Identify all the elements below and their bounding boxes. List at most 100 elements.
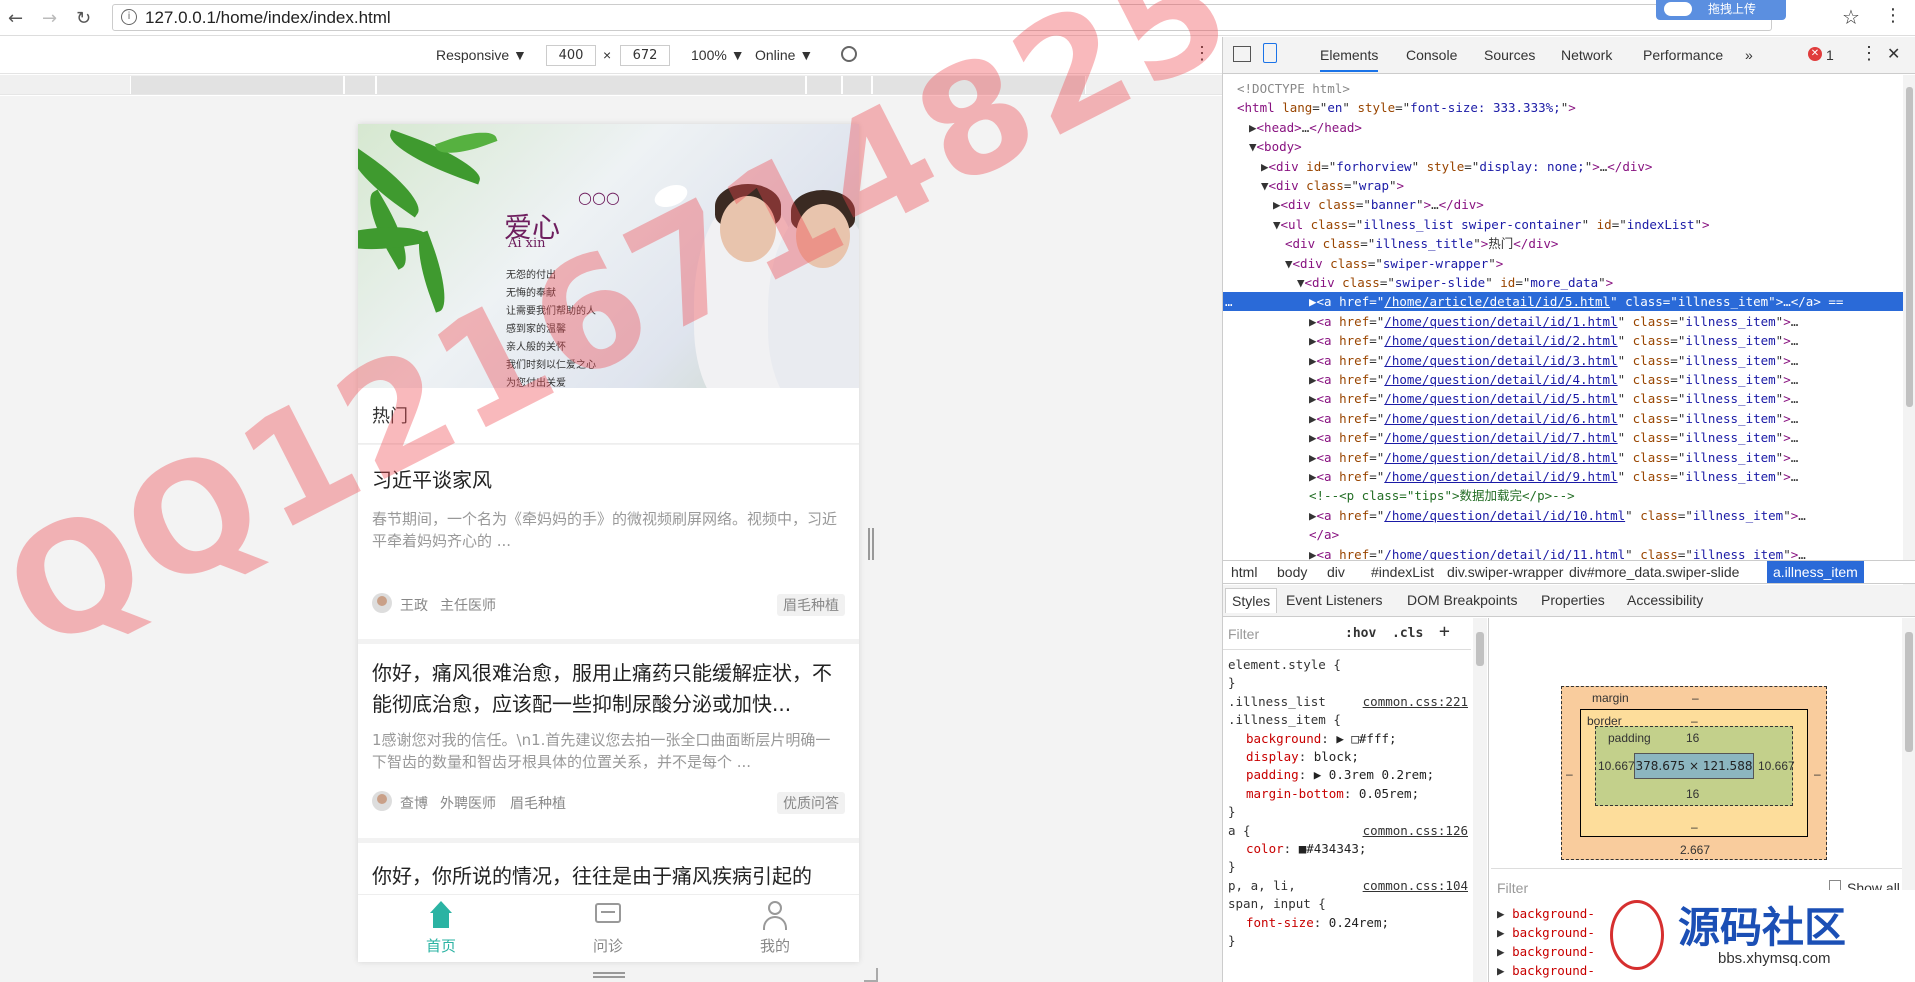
dom-scrollbar[interactable] xyxy=(1903,75,1915,595)
padding-left[interactable]: 10.667 xyxy=(1598,759,1635,773)
dom-node[interactable]: ▼<ul class="illness_list swiper-containe… xyxy=(1223,215,1903,234)
dom-node[interactable]: ▶<a href="/home/question/detail/id/2.htm… xyxy=(1223,331,1903,350)
forward-icon[interactable]: → xyxy=(42,8,57,29)
breadcrumb-item[interactable]: body xyxy=(1277,564,1307,580)
error-count[interactable]: 1 xyxy=(1826,47,1834,63)
computed-filter-input[interactable]: Filter xyxy=(1497,880,1528,896)
style-rule[interactable]: } xyxy=(1228,803,1472,821)
width-input[interactable]: 400 xyxy=(546,45,596,66)
breadcrumb-item[interactable]: html xyxy=(1231,564,1257,580)
style-rule[interactable]: a {common.css:126 xyxy=(1228,822,1472,840)
media-query-ruler[interactable] xyxy=(0,75,1222,95)
style-source-link[interactable]: common.css:221 xyxy=(1363,693,1468,711)
dom-node[interactable]: ▶<a href="/home/question/detail/id/1.htm… xyxy=(1223,312,1903,331)
dom-node[interactable]: </a> xyxy=(1223,525,1903,544)
device-toggle-icon[interactable] xyxy=(1263,43,1277,63)
style-rule[interactable]: } xyxy=(1228,674,1472,692)
dom-node[interactable]: ▼<div class="swiper-slide" id="more_data… xyxy=(1223,273,1903,292)
info-icon[interactable]: i xyxy=(121,9,137,25)
style-rule[interactable]: p, a, li, common.css:104 xyxy=(1228,877,1472,895)
device-menu-icon[interactable]: ⋮ xyxy=(1193,43,1211,64)
breadcrumb-item[interactable]: div#more_data.swiper-slide xyxy=(1569,564,1739,580)
dom-node[interactable]: ▶<a href="/home/question/detail/id/10.ht… xyxy=(1223,506,1903,525)
resize-handle-right[interactable] xyxy=(868,528,874,560)
dom-node[interactable]: <div class="illness_title">热门</div> xyxy=(1223,234,1903,253)
dom-node[interactable]: <!--<p class="tips">数据加载完</p>--> xyxy=(1223,486,1903,505)
tab-network[interactable]: Network xyxy=(1561,47,1612,63)
breadcrumb-item[interactable]: a.illness_item xyxy=(1767,561,1864,583)
style-rule[interactable]: .illness_item { xyxy=(1228,711,1472,729)
style-property[interactable]: font-size: 0.24rem; xyxy=(1228,914,1472,932)
style-rule[interactable]: .illness_list common.css:221 xyxy=(1228,693,1472,711)
tab-performance[interactable]: Performance xyxy=(1643,47,1723,63)
inspect-icon[interactable] xyxy=(1233,46,1251,62)
resize-handle-bottom[interactable] xyxy=(593,972,625,978)
computed-property[interactable]: ▶ background- xyxy=(1497,906,1595,921)
tab-mine[interactable]: 我的 xyxy=(735,901,815,956)
dom-node[interactable]: ▶<a href="/home/question/detail/id/7.htm… xyxy=(1223,428,1903,447)
height-input[interactable]: 672 xyxy=(620,45,670,66)
dom-tree[interactable]: <!DOCTYPE html> <html lang="en" style="fo… xyxy=(1223,75,1903,595)
tab-consult[interactable]: 问诊 xyxy=(568,901,648,956)
list-item[interactable]: 你好，痛风很难治愈，服用止痛药只能缓解症状，不能彻底治愈，应该配一些抑制尿酸分泌… xyxy=(358,644,859,838)
style-property[interactable]: display: block; xyxy=(1228,748,1472,766)
styles-filter-input[interactable]: Filter xyxy=(1228,626,1259,642)
dom-node[interactable]: ▶<a href="/home/question/detail/id/6.htm… xyxy=(1223,409,1903,428)
dom-node[interactable]: ▼<div class="wrap"> xyxy=(1223,176,1903,195)
padding-right[interactable]: 10.667 xyxy=(1758,759,1795,773)
tab-properties[interactable]: Properties xyxy=(1541,592,1605,608)
tab-accessibility[interactable]: Accessibility xyxy=(1627,592,1703,608)
upload-button[interactable]: 拖拽上传 xyxy=(1656,0,1786,20)
dom-node[interactable]: ▼<body> xyxy=(1223,137,1903,156)
dom-node[interactable]: ▶<a href="/home/question/detail/id/9.htm… xyxy=(1223,467,1903,486)
dom-node[interactable]: ▶<a href="/home/question/detail/id/8.htm… xyxy=(1223,448,1903,467)
list-item[interactable]: 习近平谈家风 春节期间，一个名为《牵妈妈的手》的微视频刷屏网络。视频中，习近平牵… xyxy=(358,445,859,639)
computed-property[interactable]: ▶ background- xyxy=(1497,944,1595,959)
style-property[interactable]: background: ▶ □#fff; xyxy=(1228,730,1472,748)
dom-node[interactable]: ▶<a href="/home/question/detail/id/5.htm… xyxy=(1223,389,1903,408)
dom-node[interactable]: ▼<div class="swiper-wrapper"> xyxy=(1223,254,1903,273)
tab-styles[interactable]: Styles xyxy=(1225,588,1278,613)
style-rule[interactable]: span, input { xyxy=(1228,895,1472,913)
add-rule-icon[interactable]: + xyxy=(1439,621,1450,642)
computed-property[interactable]: ▶ background- xyxy=(1497,963,1595,978)
dom-node[interactable]: <html lang="en" style="font-size: 333.33… xyxy=(1223,98,1903,117)
url-box[interactable]: i 127.0.0.1/home/index/index.html xyxy=(112,4,1772,31)
error-icon[interactable]: ✕ xyxy=(1808,47,1822,61)
close-icon[interactable]: ✕ xyxy=(1887,44,1900,64)
devtools-menu-icon[interactable]: ⋮ xyxy=(1860,43,1878,64)
computed-property[interactable]: ▶ background- xyxy=(1497,925,1595,940)
network-select[interactable]: Online ▼ xyxy=(755,47,813,63)
reload-icon[interactable]: ↻ xyxy=(76,8,91,29)
dom-node[interactable]: ▶<div class="banner">…</div> xyxy=(1223,195,1903,214)
more-tabs-button[interactable]: » xyxy=(1745,47,1753,63)
device-mode-select[interactable]: Responsive ▼ xyxy=(436,47,527,63)
margin-bottom[interactable]: 2.667 xyxy=(1680,843,1710,857)
browser-menu-icon[interactable]: ⋮ xyxy=(1884,5,1902,26)
back-icon[interactable]: ← xyxy=(8,8,23,29)
tab-elements[interactable]: Elements xyxy=(1320,47,1379,72)
tab-dom-breakpoints[interactable]: DOM Breakpoints xyxy=(1407,592,1517,608)
cls-toggle[interactable]: .cls xyxy=(1392,626,1423,641)
padding-bottom[interactable]: 16 xyxy=(1686,787,1699,801)
tab-event-listeners[interactable]: Event Listeners xyxy=(1286,592,1383,608)
padding-top[interactable]: 16 xyxy=(1686,731,1699,745)
tab-home[interactable]: 首页 xyxy=(401,901,481,956)
dom-node[interactable]: ▶<div id="forhorview" style="display: no… xyxy=(1223,157,1903,176)
margin-top[interactable]: – xyxy=(1692,691,1699,705)
style-property[interactable]: padding: ▶ 0.3rem 0.2rem; xyxy=(1228,766,1472,784)
margin-left[interactable]: – xyxy=(1566,767,1573,781)
dom-node[interactable]: ▶<head>…</head> xyxy=(1223,118,1903,137)
dom-node[interactable]: <!DOCTYPE html> xyxy=(1223,79,1903,98)
box-content[interactable]: 378.675 × 121.588 xyxy=(1634,753,1754,779)
star-icon[interactable]: ☆ xyxy=(1842,5,1860,29)
style-rule[interactable]: } xyxy=(1228,858,1472,876)
tab-console[interactable]: Console xyxy=(1406,47,1457,63)
url-text[interactable]: 127.0.0.1/home/index/index.html xyxy=(145,8,391,28)
breadcrumb-item[interactable]: #indexList xyxy=(1371,564,1434,580)
dom-node[interactable]: ▶<a href="/home/question/detail/id/4.htm… xyxy=(1223,370,1903,389)
style-rule[interactable]: element.style { xyxy=(1228,656,1472,674)
dom-node[interactable]: … ▶<a href="/home/article/detail/id/5.htm… xyxy=(1223,292,1903,312)
style-rule[interactable]: } xyxy=(1228,932,1472,950)
style-property[interactable]: color: ■#434343; xyxy=(1228,840,1472,858)
